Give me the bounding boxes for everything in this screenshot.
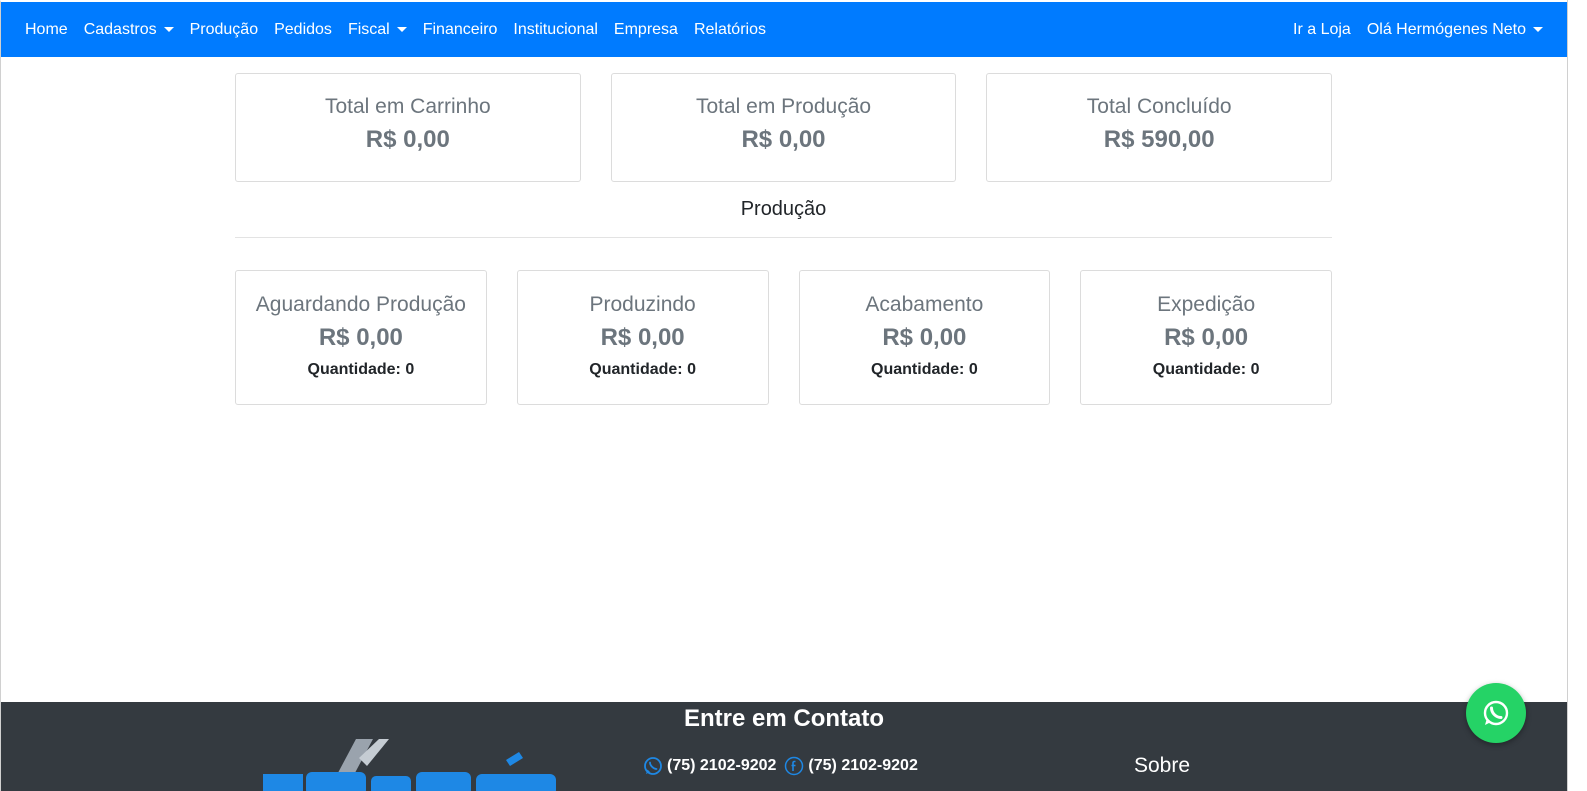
nav-relatorios[interactable]: Relatórios	[686, 13, 774, 47]
footer-title: Entre em Contato	[683, 705, 884, 732]
card-value: R$ 0,00	[882, 324, 967, 351]
card-title: Total em Produção	[695, 95, 872, 118]
facebook-icon	[784, 756, 804, 776]
summary-card-concluido: Total Concluído R$ 590,00	[986, 73, 1333, 182]
nav-financeiro-label: Financeiro	[422, 20, 498, 38]
nav-empresa[interactable]: Empresa	[606, 13, 686, 47]
nav-relatorios-label: Relatórios	[693, 20, 766, 38]
scrollbar-track[interactable]	[1567, 0, 1587, 791]
top-navbar: Home Cadastros Produção Pedidos Fiscal F…	[1, 2, 1567, 57]
nav-pedidos[interactable]: Pedidos	[266, 13, 340, 47]
nav-producao[interactable]: Produção	[182, 13, 267, 47]
card-quantity: Quantidade: 0	[1152, 361, 1260, 378]
summary-cards: Total em Carrinho R$ 0,00 Total em Produ…	[235, 73, 1333, 182]
contact-line: (75) 2102-9202 (75) 2102-9202	[643, 756, 918, 776]
nav-pedidos-label: Pedidos	[274, 20, 332, 38]
nav-home-label: Home	[25, 20, 68, 38]
nav-home[interactable]: Home	[17, 13, 76, 47]
nav-institucional-label: Institucional	[513, 20, 598, 38]
production-cards: Aguardando Produção R$ 0,00 Quantidade: …	[235, 270, 1332, 405]
caret-down-icon	[163, 27, 174, 32]
divider	[235, 237, 1332, 238]
stage-card-acabamento: Acabamento R$ 0,00 Quantidade: 0	[798, 270, 1051, 405]
footer-about-heading: Sobre	[1134, 754, 1191, 777]
company-logo-graphic	[263, 739, 556, 791]
summary-card-carrinho: Total em Carrinho R$ 0,00	[235, 73, 581, 182]
nav-fiscal-dropdown[interactable]: Fiscal	[340, 13, 415, 47]
stage-card-expedicao: Expedição R$ 0,00 Quantidade: 0	[1080, 270, 1332, 405]
store-link[interactable]: Ir a Loja	[1285, 13, 1359, 47]
nav-cadastros-dropdown[interactable]: Cadastros	[76, 13, 182, 47]
card-title: Acabamento	[865, 293, 984, 316]
card-title: Expedição	[1157, 293, 1256, 316]
facebook-phone[interactable]: (75) 2102-9202	[808, 757, 917, 775]
card-value: R$ 0,00	[1164, 324, 1249, 351]
nav-institucional[interactable]: Institucional	[505, 13, 606, 47]
card-value: R$ 590,00	[1103, 126, 1215, 153]
store-link-label: Ir a Loja	[1293, 20, 1351, 38]
card-quantity: Quantidade: 0	[871, 361, 978, 378]
whatsapp-phone[interactable]: (75) 2102-9202	[667, 757, 776, 775]
company-logo	[261, 736, 561, 791]
nav-empresa-label: Empresa	[613, 20, 678, 38]
card-value: R$ 0,00	[365, 126, 450, 153]
footer: Entre em Contato (75) 2102-9202 (75) 210…	[1, 702, 1567, 791]
stage-card-produzindo: Produzindo R$ 0,00 Quantidade: 0	[516, 270, 769, 405]
section-title-producao: Produção	[740, 198, 827, 220]
card-title: Total Concluído	[1086, 95, 1232, 118]
card-quantity: Quantidade: 0	[307, 361, 415, 378]
caret-down-icon	[1533, 27, 1543, 32]
card-value: R$ 0,00	[741, 126, 826, 153]
summary-card-producao: Total em Produção R$ 0,00	[610, 73, 957, 182]
whatsapp-icon	[643, 756, 663, 776]
stage-card-aguardando: Aguardando Produção R$ 0,00 Quantidade: …	[235, 270, 487, 405]
nav-producao-label: Produção	[189, 20, 259, 38]
card-title: Aguardando Produção	[255, 293, 466, 316]
whatsapp-float-button[interactable]	[1466, 683, 1526, 743]
nav-menu: Home Cadastros Produção Pedidos Fiscal F…	[17, 13, 774, 47]
card-value: R$ 0,00	[318, 324, 403, 351]
card-title: Produzindo	[589, 293, 696, 316]
nav-right: Ir a Loja Olá Hermógenes Neto	[1285, 13, 1551, 47]
user-menu-dropdown[interactable]: Olá Hermógenes Neto	[1359, 13, 1551, 47]
nav-financeiro[interactable]: Financeiro	[415, 13, 506, 47]
card-value: R$ 0,00	[600, 324, 685, 351]
nav-fiscal-label: Fiscal	[347, 20, 390, 38]
card-title: Total em Carrinho	[324, 95, 491, 118]
card-quantity: Quantidade: 0	[589, 361, 696, 378]
nav-cadastros-label: Cadastros	[83, 20, 157, 38]
user-menu-label: Olá Hermógenes Neto	[1366, 20, 1526, 38]
caret-down-icon	[396, 27, 407, 32]
whatsapp-icon	[1483, 700, 1509, 726]
